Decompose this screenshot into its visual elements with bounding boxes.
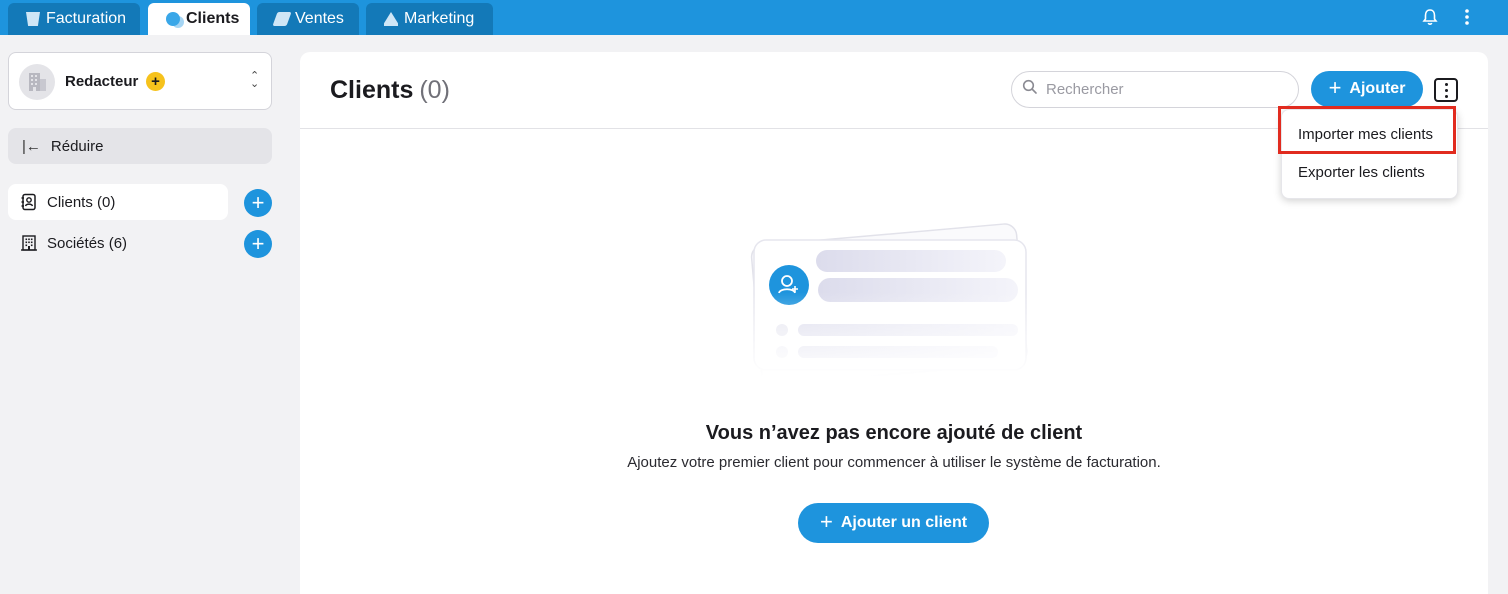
building-avatar-icon xyxy=(19,64,55,100)
sidebar-item-societes[interactable]: Sociétés (6) xyxy=(8,225,228,261)
menu-item-export-clients[interactable]: Exporter les clients xyxy=(1282,153,1459,191)
page-title-text: Clients xyxy=(330,76,414,104)
more-vertical-icon[interactable] xyxy=(1456,6,1478,28)
bell-icon[interactable] xyxy=(1419,6,1441,28)
more-options-button[interactable] xyxy=(1434,78,1458,102)
plus-icon: + xyxy=(819,509,833,534)
collapse-label: Réduire xyxy=(50,137,104,155)
add-client-button-label: Ajouter un client xyxy=(840,514,968,531)
tab-ventes[interactable]: Ventes xyxy=(257,3,359,35)
empty-state-subtitle: Ajoutez votre premier client pour commen… xyxy=(627,454,1161,471)
empty-state-title: Vous n’avez pas encore ajouté de client xyxy=(705,422,1083,444)
collapse-sidebar-button[interactable]: |← Réduire xyxy=(8,128,272,164)
search-icon xyxy=(1022,79,1038,100)
tab-marketing[interactable]: Marketing xyxy=(366,3,493,35)
add-company-icon-button[interactable]: + xyxy=(244,230,272,258)
sidebar-item-label: Clients (0) xyxy=(47,193,116,211)
page-title: Clients (0) xyxy=(330,76,450,105)
add-button-label: Ajouter xyxy=(1349,80,1406,97)
search-input[interactable] xyxy=(1046,81,1286,98)
tab-clients[interactable]: Clients xyxy=(148,3,250,35)
tab-label: Facturation xyxy=(46,10,127,27)
invoice-icon xyxy=(26,12,40,26)
add-client-icon-button[interactable]: + xyxy=(244,189,272,217)
contacts-book-icon xyxy=(20,193,38,211)
add-button[interactable]: + Ajouter xyxy=(1311,71,1423,107)
search-box[interactable] xyxy=(1011,71,1299,108)
tab-label: Marketing xyxy=(404,10,475,27)
page-title-count: (0) xyxy=(419,76,450,104)
marketing-icon xyxy=(384,12,398,26)
sales-icon xyxy=(272,12,292,26)
add-client-button[interactable]: + Ajouter un client xyxy=(798,503,989,543)
highlight-box xyxy=(1278,106,1456,154)
sidebar-item-label: Sociétés (6) xyxy=(47,234,128,252)
sidebar-item-clients[interactable]: Clients (0) xyxy=(8,184,228,220)
collapse-left-icon: |← xyxy=(22,137,41,155)
tab-label: Ventes xyxy=(295,10,344,27)
tab-facturation[interactable]: Facturation xyxy=(8,3,140,35)
workspace-name: Redacteur xyxy=(65,73,139,90)
clients-icon xyxy=(166,12,180,26)
premium-badge: + xyxy=(146,72,165,91)
chevron-updown-icon: ⌃ ⌄ xyxy=(250,70,260,90)
top-bar: Facturation Clients Ventes Marketing xyxy=(0,0,1508,35)
empty-state-illustration xyxy=(748,212,1038,386)
plus-icon: + xyxy=(1328,75,1342,100)
workspace-selector[interactable]: Redacteur + ⌃ ⌄ xyxy=(8,52,272,110)
building-icon xyxy=(20,234,38,252)
tab-label: Clients xyxy=(186,10,240,27)
